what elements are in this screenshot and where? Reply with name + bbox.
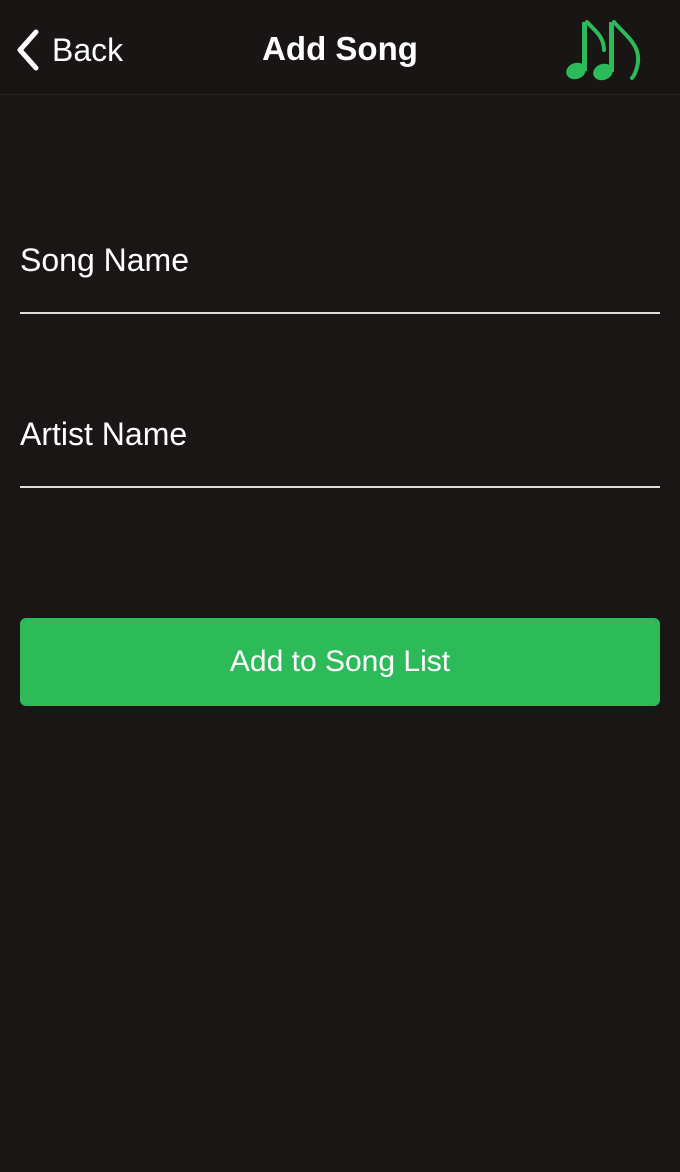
artist-name-input[interactable] (20, 412, 660, 456)
navigation-bar: Back Add Song (0, 0, 680, 95)
music-notes-icon (566, 20, 641, 81)
add-to-song-list-button[interactable]: Add to Song List (20, 618, 660, 706)
song-name-input[interactable] (20, 238, 660, 282)
add-song-screen: Back Add Song Add to Song List (0, 0, 680, 1172)
artist-name-field (20, 382, 660, 488)
song-name-field (20, 206, 660, 314)
